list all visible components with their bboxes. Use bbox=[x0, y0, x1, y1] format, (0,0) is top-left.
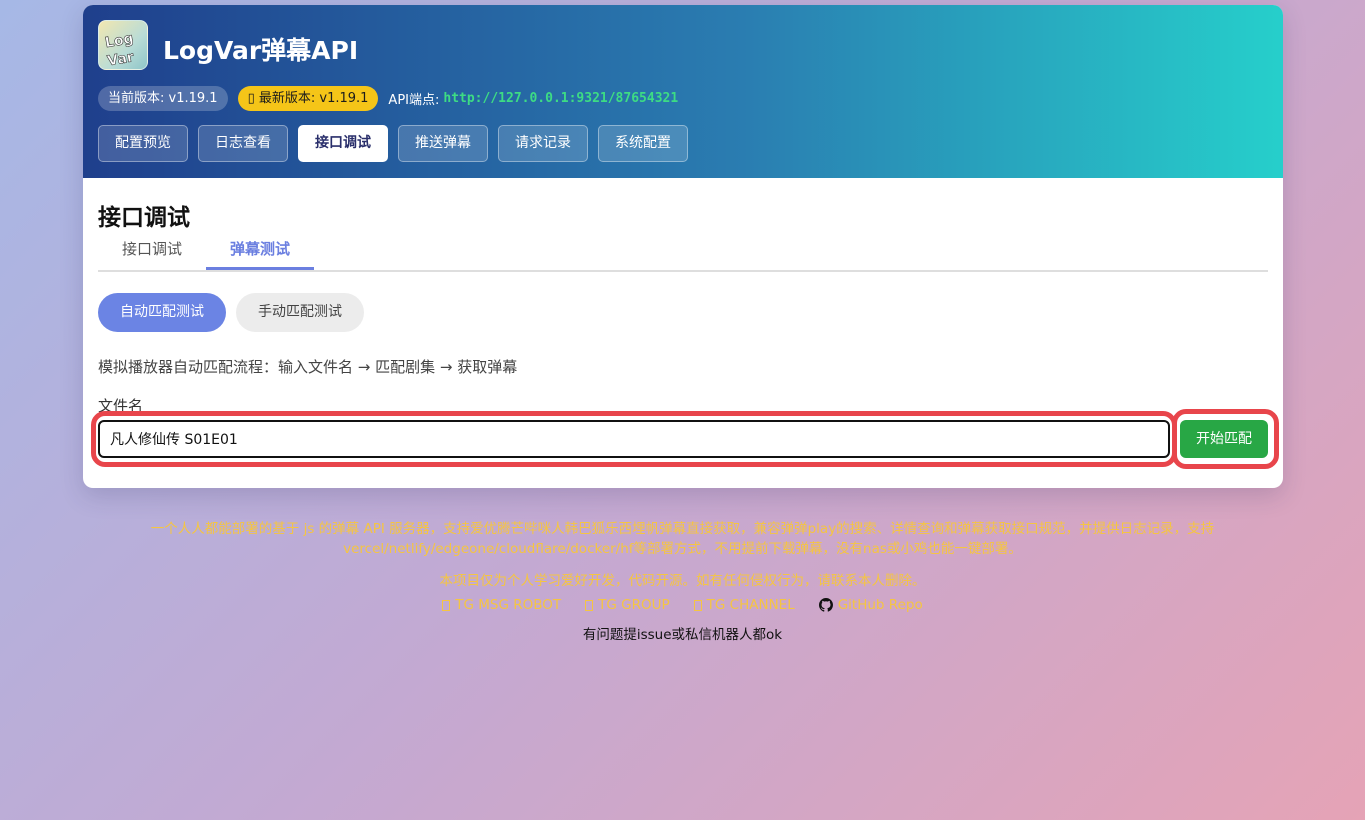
tg-channel-label: TG CHANNEL bbox=[706, 597, 795, 613]
svg-text:Var: Var bbox=[106, 49, 135, 69]
footer-notice: 本项目仅为个人学习爱好开发，代码开源。如有任何侵权行为，请联系本人删除。 bbox=[439, 573, 926, 589]
svg-text:Log: Log bbox=[104, 31, 135, 52]
tg-msg-robot-label: TG MSG ROBOT bbox=[455, 597, 562, 613]
github-repo-link[interactable]: GitHub Repo bbox=[818, 597, 923, 613]
start-match-button[interactable]: 开始匹配 bbox=[1180, 420, 1268, 458]
nav-request-log[interactable]: 请求记录 bbox=[498, 125, 588, 162]
main-nav: 配置预览 日志查看 接口调试 推送弹幕 请求记录 系统配置 bbox=[98, 125, 698, 162]
tg-group-label: TG GROUP bbox=[598, 597, 670, 613]
footer-links: TG MSG ROBOT TG GROUP TG CHANNEL GitHub … bbox=[0, 597, 1365, 613]
github-icon bbox=[818, 598, 833, 612]
logo: Log Var bbox=[98, 20, 148, 70]
latest-version-badge: ▯ 最新版本: v1.19.1 bbox=[237, 85, 379, 111]
nav-log-view[interactable]: 日志查看 bbox=[198, 125, 288, 162]
subtab-api-debug[interactable]: 接口调试 bbox=[98, 230, 206, 270]
mode-switch: 自动匹配测试 手动匹配测试 bbox=[98, 293, 374, 332]
endpoint-label: API端点: bbox=[388, 92, 440, 108]
latest-version-icon: ▯ bbox=[247, 90, 259, 106]
footer: 一个人人都能部署的基于 js 的弹幕 API 服务器，支持爱优腾芒哔咪人韩巴狐乐… bbox=[0, 519, 1365, 643]
manual-match-mode-button[interactable]: 手动匹配测试 bbox=[236, 293, 364, 332]
footer-tip: 有问题提issue或私信机器人都ok bbox=[582, 627, 783, 643]
file-name-input[interactable] bbox=[98, 420, 1170, 458]
tg-group-icon bbox=[585, 599, 594, 611]
app-title: LogVar弹幕API bbox=[163, 36, 359, 65]
tg-robot-icon bbox=[442, 599, 451, 611]
app-header: Log Var LogVar弹幕API 当前版本: v1.19.1 ▯ 最新版本… bbox=[83, 5, 1283, 178]
page-title: 接口调试 bbox=[98, 205, 190, 231]
tg-msg-robot-link[interactable]: TG MSG ROBOT bbox=[442, 597, 561, 613]
main-card: Log Var LogVar弹幕API 当前版本: v1.19.1 ▯ 最新版本… bbox=[83, 5, 1283, 488]
endpoint-url: http://127.0.0.1:9321/87654321 bbox=[443, 90, 679, 106]
nav-system-config[interactable]: 系统配置 bbox=[598, 125, 688, 162]
footer-description: 一个人人都能部署的基于 js 的弹幕 API 服务器，支持爱优腾芒哔咪人韩巴狐乐… bbox=[150, 521, 1215, 557]
nav-push-danmaku[interactable]: 推送弹幕 bbox=[398, 125, 488, 162]
github-repo-label: GitHub Repo bbox=[837, 597, 923, 613]
subtab-danmaku-test[interactable]: 弹幕测试 bbox=[206, 230, 314, 270]
tg-group-link[interactable]: TG GROUP bbox=[585, 597, 670, 613]
tg-channel-icon bbox=[693, 599, 702, 611]
latest-version-text: 最新版本: v1.19.1 bbox=[258, 90, 369, 106]
version-bar: 当前版本: v1.19.1 ▯ 最新版本: v1.19.1 API端点: htt… bbox=[98, 85, 678, 111]
tg-channel-link[interactable]: TG CHANNEL bbox=[693, 597, 795, 613]
current-version-badge: 当前版本: v1.19.1 bbox=[98, 85, 228, 111]
nav-api-debug[interactable]: 接口调试 bbox=[298, 125, 388, 162]
subtab-bar: 接口调试 弹幕测试 bbox=[98, 230, 1268, 272]
flow-description: 模拟播放器自动匹配流程：输入文件名 → 匹配剧集 → 获取弹幕 bbox=[98, 358, 518, 376]
nav-config-preview[interactable]: 配置预览 bbox=[98, 125, 188, 162]
auto-match-mode-button[interactable]: 自动匹配测试 bbox=[98, 293, 226, 332]
